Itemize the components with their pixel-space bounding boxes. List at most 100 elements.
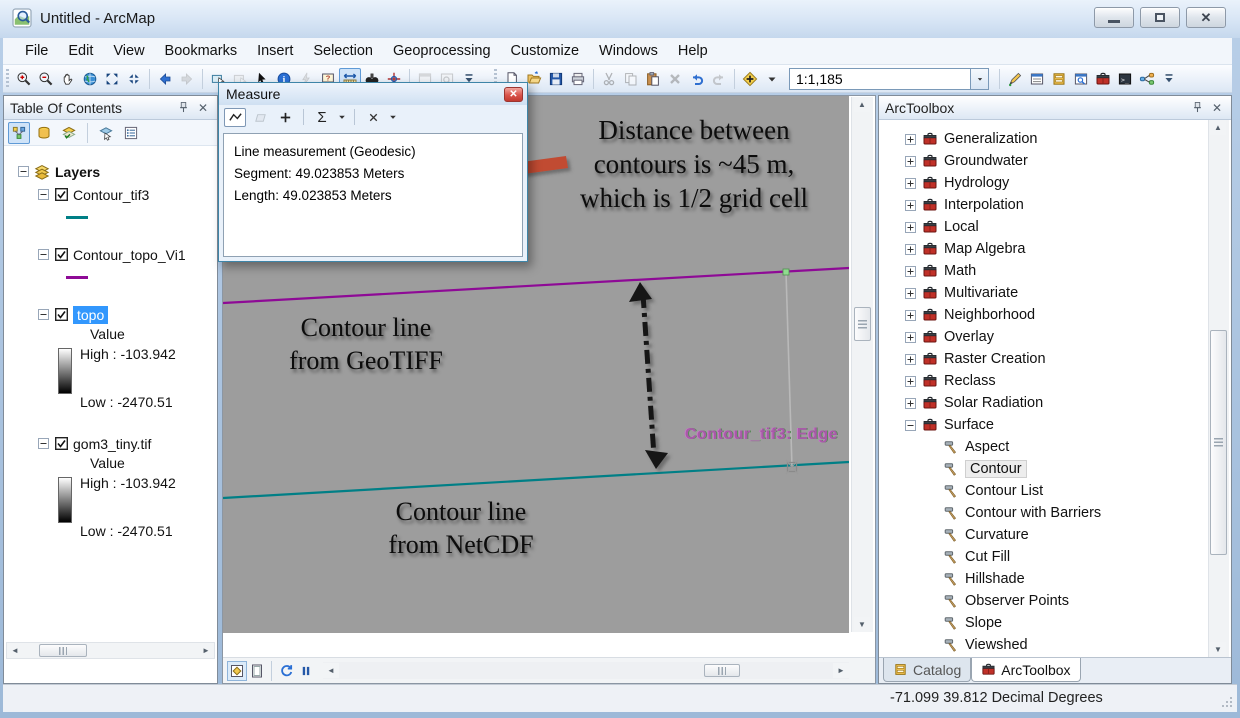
toolbox-interpolation[interactable]: Interpolation [879, 194, 1207, 216]
expand-icon[interactable] [905, 222, 916, 233]
refresh-icon[interactable] [276, 661, 296, 681]
tool-cut-fill[interactable]: Cut Fill [879, 546, 1207, 568]
expand-icon[interactable] [905, 266, 916, 277]
menu-help[interactable]: Help [668, 40, 718, 62]
scroll-down-icon[interactable]: ▼ [1210, 642, 1226, 657]
toolbox-surface[interactable]: Surface [879, 414, 1207, 436]
toolbox-raster-creation[interactable]: Raster Creation [879, 348, 1207, 370]
tool-contour-list[interactable]: Contour List [879, 480, 1207, 502]
pause-drawing-icon[interactable] [296, 661, 316, 681]
scale-dropdown-icon[interactable] [971, 68, 989, 90]
tab-arctoolbox[interactable]: ArcToolbox [971, 658, 1080, 682]
expand-icon[interactable] [905, 200, 916, 211]
menu-windows[interactable]: Windows [589, 40, 668, 62]
collapse-icon[interactable] [38, 249, 49, 260]
collapse-icon[interactable] [38, 309, 49, 320]
expand-icon[interactable] [905, 398, 916, 409]
sum-results-icon[interactable]: Σ [311, 108, 333, 127]
pin-icon[interactable] [175, 100, 191, 116]
toolbox-generalization[interactable]: Generalization [879, 128, 1207, 150]
measure-area-icon[interactable] [249, 108, 271, 127]
toolbox-reclass[interactable]: Reclass [879, 370, 1207, 392]
measure-feature-icon[interactable] [274, 108, 296, 127]
minimize-button[interactable] [1094, 7, 1134, 28]
toolbox-map-algebra[interactable]: Map Algebra [879, 238, 1207, 260]
toolbox-icon[interactable] [1092, 68, 1114, 90]
toolbar-grip[interactable] [6, 69, 9, 89]
scroll-right-icon[interactable]: ► [833, 663, 849, 678]
toolbox-math[interactable]: Math [879, 260, 1207, 282]
expand-icon[interactable] [905, 288, 916, 299]
map-horizontal-scrollbar[interactable]: ◄ ► [323, 662, 849, 679]
collapse-icon[interactable] [18, 166, 29, 177]
toolbox-multivariate[interactable]: Multivariate [879, 282, 1207, 304]
collapse-icon[interactable] [38, 438, 49, 449]
scroll-thumb[interactable] [854, 307, 871, 341]
fixed-zoom-out-icon[interactable] [123, 68, 145, 90]
scroll-thumb[interactable] [39, 644, 87, 657]
search-window-icon[interactable] [1070, 68, 1092, 90]
forward-icon[interactable] [176, 68, 198, 90]
catalog-icon[interactable] [1048, 68, 1070, 90]
list-by-visibility-icon[interactable] [58, 122, 80, 144]
list-by-order-icon[interactable] [8, 122, 30, 144]
measure-line-icon[interactable] [224, 108, 246, 127]
tab-catalog[interactable]: Catalog [883, 658, 971, 682]
toolbox-groundwater[interactable]: Groundwater [879, 150, 1207, 172]
layout-view-button[interactable] [247, 661, 267, 681]
scroll-left-icon[interactable]: ◄ [323, 663, 339, 678]
layer-checkbox[interactable] [55, 437, 68, 450]
tool-aspect[interactable]: Aspect [879, 436, 1207, 458]
tool-slope[interactable]: Slope [879, 612, 1207, 634]
toc-horizontal-scrollbar[interactable]: ◄ ► [6, 642, 215, 659]
toc-layer-Contour_topo_Vi1[interactable]: Contour_topo_Vi1 [4, 243, 217, 266]
map-vertical-scrollbar[interactable]: ▲ ▼ [851, 97, 873, 632]
scroll-right-icon[interactable]: ► [198, 643, 214, 658]
list-by-options-icon[interactable] [120, 122, 142, 144]
scroll-thumb[interactable] [1210, 330, 1227, 555]
toolbox-solar-radiation[interactable]: Solar Radiation [879, 392, 1207, 414]
editor-icon[interactable] [1004, 68, 1026, 90]
arctoolbox-scrollbar[interactable]: ▲ ▼ [1208, 120, 1229, 657]
copy-icon[interactable] [620, 68, 642, 90]
toc-root-layers[interactable]: Layers [4, 160, 217, 183]
layer-label[interactable]: topo [73, 306, 108, 324]
menu-selection[interactable]: Selection [303, 40, 383, 62]
redo-icon[interactable] [708, 68, 730, 90]
close-icon[interactable]: ✕ [195, 100, 211, 116]
menu-insert[interactable]: Insert [247, 40, 303, 62]
save-icon[interactable] [545, 68, 567, 90]
clear-results-icon[interactable] [362, 108, 384, 127]
scroll-thumb[interactable] [704, 664, 740, 677]
tool-contour-with-barriers[interactable]: Contour with Barriers [879, 502, 1207, 524]
python-icon[interactable]: >_ [1114, 68, 1136, 90]
expand-icon[interactable] [905, 332, 916, 343]
menu-edit[interactable]: Edit [58, 40, 103, 62]
measure-close-icon[interactable]: ✕ [504, 87, 523, 102]
paste-icon[interactable] [642, 68, 664, 90]
collapse-icon[interactable] [38, 189, 49, 200]
layer-checkbox[interactable] [55, 188, 68, 201]
expand-icon[interactable] [905, 310, 916, 321]
toc-layer-Contour_tif3[interactable]: Contour_tif3 [4, 183, 217, 206]
add-data-icon[interactable] [739, 68, 761, 90]
tool-contour[interactable]: Contour [879, 458, 1207, 480]
modelbuilder-icon[interactable] [1136, 68, 1158, 90]
tool-curvature[interactable]: Curvature [879, 524, 1207, 546]
scroll-up-icon[interactable]: ▲ [1210, 120, 1226, 135]
delete-x-icon[interactable] [664, 68, 686, 90]
expand-icon[interactable] [905, 134, 916, 145]
toc-window-icon[interactable] [1026, 68, 1048, 90]
layer-label[interactable]: Contour_topo_Vi1 [73, 247, 186, 263]
undo-icon[interactable] [686, 68, 708, 90]
print-icon[interactable] [567, 68, 589, 90]
tool-observer-points[interactable]: Observer Points [879, 590, 1207, 612]
list-by-source-icon[interactable] [33, 122, 55, 144]
fixed-zoom-in-icon[interactable] [101, 68, 123, 90]
layer-checkbox[interactable] [55, 248, 68, 261]
zoom-out-icon[interactable] [35, 68, 57, 90]
measure-title-bar[interactable]: Measure ✕ [219, 83, 527, 105]
clear-dropdown-icon[interactable] [387, 108, 398, 127]
list-by-selection-icon[interactable] [95, 122, 117, 144]
pan-icon[interactable] [57, 68, 79, 90]
